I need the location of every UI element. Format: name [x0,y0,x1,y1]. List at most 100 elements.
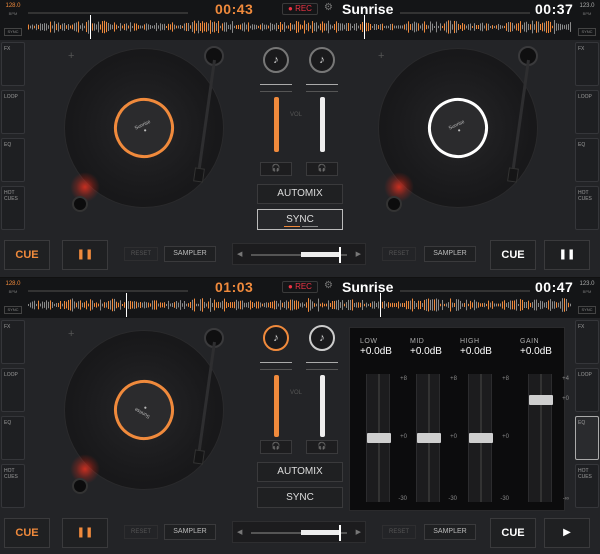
headphones-icon[interactable]: 🎧 [260,440,292,454]
scrub-right[interactable] [400,290,530,292]
waveform-bar [94,23,95,31]
side-button-fx-left[interactable]: FX [1,42,25,86]
play-icon[interactable]: ▶ [544,518,590,548]
waveform-bar [198,303,199,307]
waveform-bar [124,23,125,31]
pitch-knob[interactable] [72,478,88,494]
side-button-loop-left[interactable]: LOOP [1,368,25,412]
music-note-icon[interactable]: ♪ [309,325,335,351]
pitch-knob[interactable] [386,196,402,212]
volume-fader-left[interactable] [274,375,279,437]
waveform-bar [418,300,419,310]
sync-mini-left[interactable]: SYNC [4,28,22,36]
arrow-right-icon[interactable]: ▶ [356,250,361,258]
waveform-bar [192,22,193,32]
eq-slider-mid[interactable]: +8 +0 -30 [416,374,457,502]
headphones-icon[interactable]: 🎧 [306,440,338,454]
side-button-loop-left[interactable]: LOOP [1,90,25,134]
reset-button-right[interactable]: RESET [382,247,416,261]
side-button-eq-right[interactable]: EQ [575,138,599,182]
music-note-icon[interactable]: ♪ [309,47,335,73]
crossfader-handle[interactable] [339,247,341,263]
side-button-fx-left[interactable]: FX [1,320,25,364]
music-note-icon[interactable]: ♪ [263,325,289,351]
eq-thumb[interactable] [529,395,553,406]
playhead-right [380,293,381,317]
eq-slider-gain[interactable]: +4 +0 -∞ [528,374,569,502]
cue-button-left[interactable]: CUE [4,518,50,548]
waveform-bar [404,24,405,30]
arrow-right-icon[interactable]: ▶ [356,528,361,536]
waveform-bar [50,21,51,33]
waveform-bar [292,24,293,30]
volume-fader-left[interactable] [274,97,279,152]
sync-button[interactable]: SYNC [257,209,343,230]
music-note-icon[interactable]: ♪ [263,47,289,73]
side-button-hotcues-left[interactable]: HOT CUES [1,464,25,508]
waveform-bar [306,302,307,308]
automix-button[interactable]: AUTOMIX [257,184,343,204]
sampler-button-right[interactable]: SAMPLER [424,246,476,262]
rec-button[interactable]: ● REC [282,281,318,293]
headphones-icon[interactable]: 🎧 [306,162,338,176]
eq-thumb[interactable] [469,433,493,443]
sync-mini-right[interactable]: SYNC [578,306,596,314]
sync-mini-left[interactable]: SYNC [4,306,22,314]
side-button-fx-right[interactable]: FX [575,320,599,364]
reset-button-right[interactable]: RESET [382,525,416,539]
side-button-hotcues-left[interactable]: HOT CUES [1,186,25,230]
waveform[interactable] [28,18,572,36]
waveform-bar [458,299,459,311]
side-button-eq-right[interactable]: EQ [575,416,599,460]
pause-icon[interactable]: ❚❚ [544,240,590,270]
sync-button[interactable]: SYNC [257,487,343,508]
reset-button-left[interactable]: RESET [124,247,158,261]
sampler-button-right[interactable]: SAMPLER [424,524,476,540]
volume-fader-right[interactable] [320,97,325,152]
rec-button[interactable]: ● REC [282,3,318,15]
pause-icon[interactable]: ❚❚ [62,240,108,270]
waveform-bar [432,23,433,31]
waveform-bar [74,301,75,309]
waveform-bar [436,21,437,33]
sampler-button-left[interactable]: SAMPLER [164,524,216,540]
crossfader[interactable]: ◀ ▶ [232,521,366,543]
cue-button-left[interactable]: CUE [4,240,50,270]
arrow-left-icon[interactable]: ◀ [237,528,242,536]
reset-button-left[interactable]: RESET [124,525,158,539]
volume-fader-right[interactable] [320,375,325,437]
cue-button-right[interactable]: CUE [490,240,536,270]
crossfader[interactable]: ◀ ▶ [232,243,366,265]
track-title: Sunrise [342,279,394,295]
side-button-hotcues-right[interactable]: HOT CUES [575,464,599,508]
scrub-right[interactable] [400,12,530,14]
side-button-hotcues-right[interactable]: HOT CUES [575,186,599,230]
eq-slider-high[interactable]: +8 +0 -30 [468,374,509,502]
arrow-left-icon[interactable]: ◀ [237,250,242,258]
side-button-fx-right[interactable]: FX [575,42,599,86]
headphones-icon[interactable]: 🎧 [260,162,292,176]
crossfader-handle[interactable] [339,525,341,541]
pitch-knob[interactable] [72,196,88,212]
side-button-loop-right[interactable]: LOOP [575,368,599,412]
sampler-button-left[interactable]: SAMPLER [164,246,216,262]
side-button-eq-left[interactable]: EQ [1,138,25,182]
automix-button[interactable]: AUTOMIX [257,462,343,482]
eq-thumb[interactable] [367,433,391,443]
scrub-left[interactable] [28,290,188,292]
waveform-bar [464,24,465,30]
side-button-loop-right[interactable]: LOOP [575,90,599,134]
pause-icon[interactable]: ❚❚ [62,518,108,548]
waveform-bar [156,22,157,32]
gear-icon[interactable]: ⚙ [324,2,333,13]
waveform-bar [210,20,211,34]
waveform-bar [530,24,531,30]
eq-thumb[interactable] [417,433,441,443]
sync-mini-right[interactable]: SYNC [578,28,596,36]
cue-button-right[interactable]: CUE [490,518,536,548]
gear-icon[interactable]: ⚙ [324,280,333,291]
waveform[interactable] [28,296,572,314]
eq-slider-low[interactable]: +8 +0 -30 [366,374,407,502]
scrub-left[interactable] [28,12,188,14]
side-button-eq-left[interactable]: EQ [1,416,25,460]
